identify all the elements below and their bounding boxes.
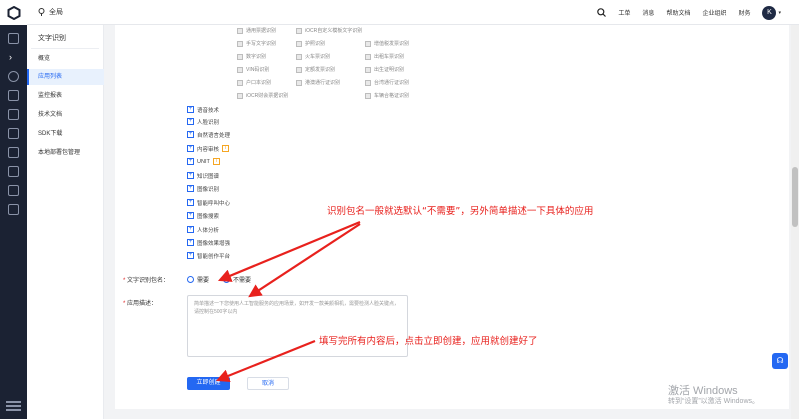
sidebar-item-docs[interactable]: 技术文档 <box>27 107 104 123</box>
cloud-logo-icon <box>7 5 20 20</box>
scrollbar[interactable] <box>791 25 799 419</box>
scrollbar-thumb[interactable] <box>792 167 798 227</box>
menu-icon[interactable] <box>6 405 21 407</box>
avatar: K <box>762 5 777 20</box>
edit-icon[interactable] <box>8 147 19 158</box>
sidebar-item-overview[interactable]: 概览 <box>27 51 104 67</box>
region-selector[interactable]: 全局 <box>38 7 63 17</box>
arrow-to-radio <box>217 220 361 282</box>
logo[interactable] <box>0 0 27 25</box>
dashboard-icon[interactable] <box>8 90 19 101</box>
image-icon[interactable] <box>8 166 19 177</box>
network-icon[interactable] <box>8 185 19 196</box>
annotation-note-2: 填写完所有内容后，点击立即创建，应用就创建好了 <box>319 336 538 347</box>
top-bar: 全局 工单 消息 帮助文档 企业组织 财务 K ▾ <box>0 0 799 25</box>
nav-help-docs[interactable]: 帮助文档 <box>666 8 690 17</box>
support-headset-icon[interactable]: ☊ <box>772 353 788 369</box>
windows-activation-hint: 转到“设置”以激活 Windows。 <box>668 398 760 405</box>
create-app-form: 通用票据识别 iOCR自定义模板文字识别 手写文字识别 护照识别 增值税发票识别… <box>115 25 789 409</box>
search-icon[interactable] <box>597 8 607 17</box>
video-icon[interactable] <box>8 204 19 215</box>
sidebar-item-local-deploy[interactable]: 本地部署包管理 <box>27 145 104 161</box>
arrow-to-create-button <box>215 339 316 383</box>
sidebar-item-sdk[interactable]: SDK下载 <box>27 126 104 142</box>
region-label: 全局 <box>49 9 63 16</box>
chevron-down-icon: ▾ <box>778 9 781 16</box>
side-menu: 文字识别 概览 应用列表 监控报表 技术文档 SDK下载 本地部署包管理 <box>27 25 104 419</box>
nav-messages[interactable]: 消息 <box>642 8 654 17</box>
nav-ticket[interactable]: 工单 <box>618 8 630 17</box>
briefcase-icon[interactable] <box>8 128 19 139</box>
location-pin-icon <box>38 8 45 16</box>
sidebar-item-app-list[interactable]: 应用列表 <box>27 69 104 85</box>
top-nav: 工单 消息 帮助文档 企业组织 财务 K ▾ <box>597 0 781 25</box>
sidebar-item-monitor[interactable]: 监控报表 <box>27 88 104 104</box>
grid-icon[interactable] <box>8 33 19 44</box>
side-menu-title: 文字识别 <box>38 35 66 42</box>
scan-icon[interactable] <box>8 109 19 120</box>
product-rail: › <box>0 25 27 419</box>
user-menu[interactable]: K ▾ <box>762 5 781 20</box>
annotation-note-1: 识别包名一般就选默认“不需要”，另外简单描述一下具体的应用 <box>327 206 594 217</box>
nav-enterprise[interactable]: 企业组织 <box>702 8 726 17</box>
divider <box>31 48 99 49</box>
expand-chevron-icon[interactable]: › <box>9 52 12 62</box>
globe-icon[interactable] <box>8 71 19 82</box>
annotation-arrows <box>215 220 361 383</box>
nav-finance[interactable]: 财务 <box>738 8 750 17</box>
